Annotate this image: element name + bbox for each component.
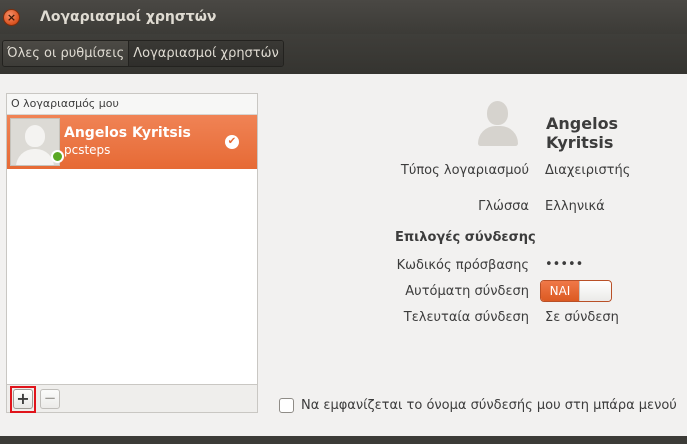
show-login-name-label[interactable]: Να εμφανίζεται το όνομα σύνδεσής μου στη… [301,398,677,413]
checkmark-icon: ✔ [225,135,239,149]
remove-user-button[interactable]: − [40,389,60,409]
autologin-toggle-on-label: ΝΑΙ [541,281,579,301]
account-row-selected[interactable]: Angelos Kyritsis pcsteps ✔ [7,115,257,169]
breadcrumb-user-accounts[interactable]: Λογαριασμοί χρηστών [128,41,283,66]
last-login-label: Τελευταία σύνδεση [403,310,529,325]
main-content: Ο λογαριασμός μου Angelos Kyritsis pcste… [0,74,687,436]
online-status-icon [51,150,64,163]
user-full-name[interactable]: Angelos Kyritsis [546,114,687,152]
show-login-name-checkbox[interactable] [279,398,294,413]
show-login-name-option[interactable]: Να εμφανίζεται το όνομα σύνδεσής μου στη… [279,398,677,413]
title-bar: × Λογαριασμοί χρηστών [0,0,687,34]
autologin-label: Αυτόματη σύνδεση [405,284,529,299]
password-value[interactable]: ••••• [545,257,583,272]
password-label: Κωδικός πρόσβασης [396,258,529,273]
window-bottom-edge [0,436,687,444]
user-avatar-button[interactable] [473,101,523,147]
account-list-header: Ο λογαριασμός μου [7,94,257,115]
autologin-toggle[interactable]: ΝΑΙ [540,280,612,302]
window-title: Λογαριασμοί χρηστών [40,9,217,25]
breadcrumb-all-settings[interactable]: Όλες οι ρυθμίσεις [3,41,129,66]
close-icon[interactable]: × [3,9,20,26]
account-type-value[interactable]: Διαχειριστής [545,163,630,178]
breadcrumb: Όλες οι ρυθμίσεις Λογαριασμοί χρηστών [2,40,284,67]
add-button-highlight [10,386,36,413]
toolbar: Όλες οι ρυθμίσεις Λογαριασμοί χρηστών [0,34,687,74]
account-list: Ο λογαριασμός μου Angelos Kyritsis pcste… [6,93,258,385]
account-row-name: Angelos Kyritsis [64,125,191,141]
language-label: Γλώσσα [478,199,529,214]
account-type-label: Τύπος λογαριασμού [400,163,529,178]
last-login-value: Σε σύνδεση [545,310,619,325]
language-value[interactable]: Ελληνικά [545,199,605,214]
toggle-knob[interactable] [579,281,611,301]
list-actions-bar: + − [6,385,258,413]
login-options-heading: Επιλογές σύνδεσης [395,230,536,245]
account-row-username: pcsteps [64,143,111,157]
